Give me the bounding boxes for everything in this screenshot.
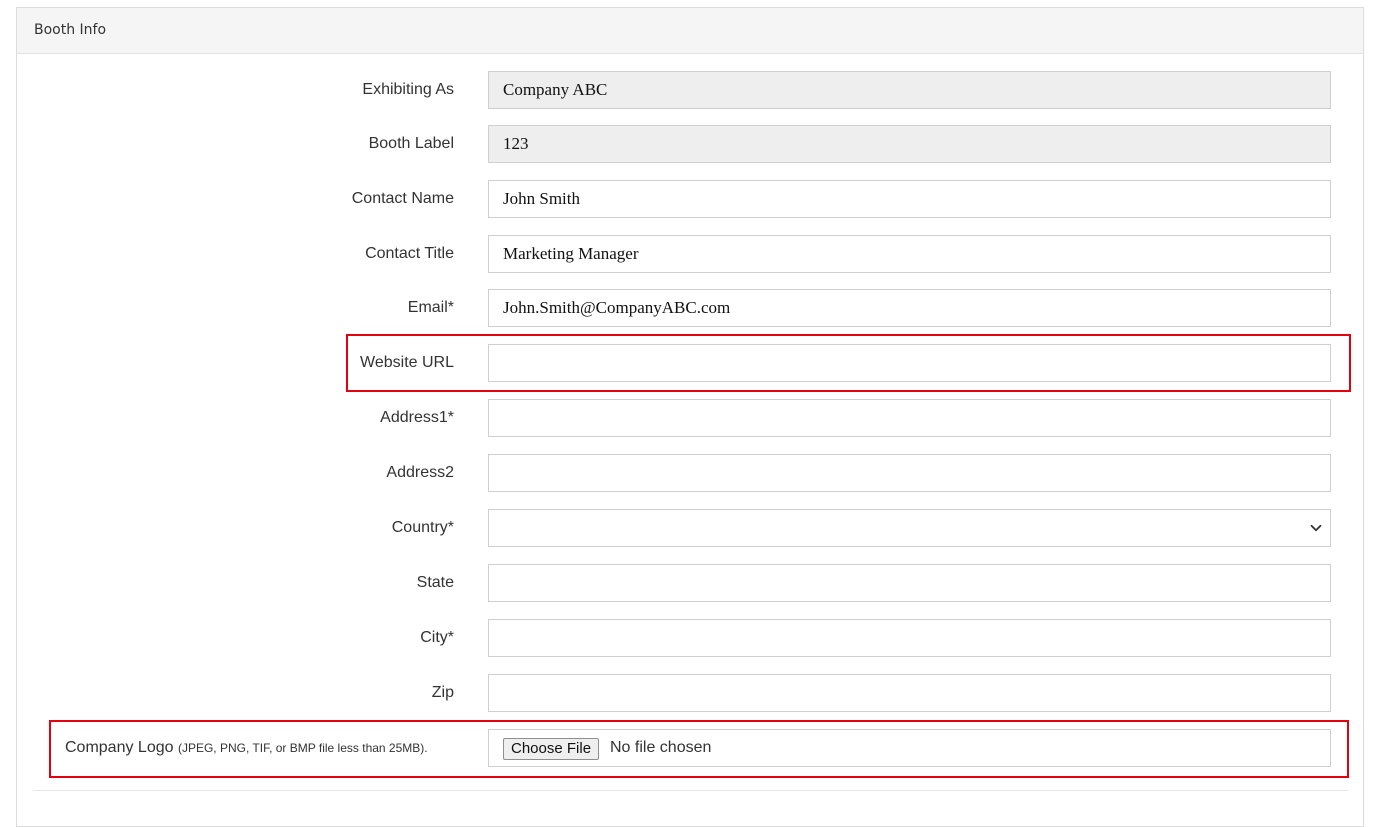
address2-input[interactable] [488,454,1331,492]
contact-title-label: Contact Title [365,245,454,262]
address2-label: Address2 [386,464,454,481]
booth-label-field: 123 [488,125,1331,163]
exhibiting-as-label: Exhibiting As [362,81,454,98]
state-label: State [416,574,454,591]
address1-label: Address1* [380,409,454,426]
panel-title: Booth Info [17,8,1363,54]
address2-row: Address2 [0,454,1384,492]
company-logo-label-text: Company Logo [65,739,174,756]
contact-name-label: Contact Name [351,190,454,207]
country-label: Country* [391,519,454,536]
company-logo-file-input[interactable]: Choose File No file chosen [488,729,1331,767]
company-logo-row: Company Logo (JPEG, PNG, TIF, or BMP fil… [0,729,1384,767]
contact-name-input[interactable]: John Smith [488,180,1331,218]
address1-input[interactable] [488,399,1331,437]
city-input[interactable] [488,619,1331,657]
company-logo-hint: (JPEG, PNG, TIF, or BMP file less than 2… [177,741,428,755]
exhibiting-as-row: Exhibiting As Company ABC [0,71,1384,109]
address1-row: Address1* [0,399,1384,437]
state-row: State [0,564,1384,602]
website-url-row: Website URL [0,344,1384,382]
contact-name-row: Contact Name John Smith [0,180,1384,218]
booth-label-label: Booth Label [368,135,454,152]
chevron-down-icon [1310,524,1322,532]
company-logo-label: Company Logo (JPEG, PNG, TIF, or BMP fil… [65,729,428,767]
city-row: City* [0,619,1384,657]
state-input[interactable] [488,564,1331,602]
file-status-text: No file chosen [610,739,712,756]
choose-file-button[interactable]: Choose File [503,738,600,760]
email-input[interactable]: John.Smith@CompanyABC.com [488,289,1331,327]
zip-row: Zip [0,674,1384,712]
contact-title-row: Contact Title Marketing Manager [0,235,1384,273]
contact-title-input[interactable]: Marketing Manager [488,235,1331,273]
exhibiting-as-field: Company ABC [488,71,1331,109]
zip-input[interactable] [488,674,1331,712]
website-url-label: Website URL [360,354,454,371]
email-label: Email* [407,299,454,316]
bottom-divider [33,790,1348,791]
email-row: Email* John.Smith@CompanyABC.com [0,289,1384,327]
country-select[interactable] [488,509,1331,547]
website-url-input[interactable] [488,344,1331,382]
country-row: Country* [0,509,1384,547]
city-label: City* [420,629,454,646]
booth-label-row: Booth Label 123 [0,125,1384,163]
zip-label: Zip [431,684,454,701]
